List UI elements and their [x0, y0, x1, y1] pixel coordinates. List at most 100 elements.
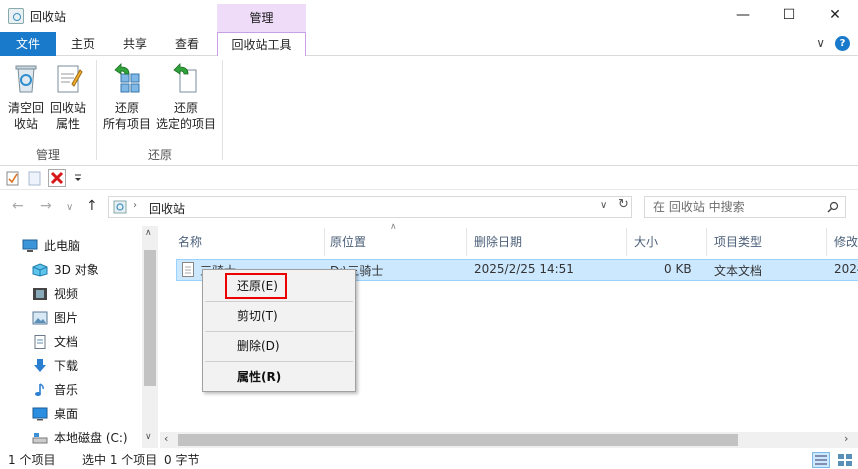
nav-item-3d-objects[interactable]: 3D 对象 — [32, 260, 99, 280]
recycle-bin-properties-button[interactable]: 回收站 属性 — [48, 62, 88, 132]
help-icon[interactable]: ? — [835, 36, 850, 51]
navigation-pane: 此电脑 3D 对象 视频 图片 文档 下载 音乐 桌面 本地磁盘 (C:) ∧ … — [0, 226, 160, 450]
empty-bin-label-1: 清空回 — [7, 101, 44, 115]
nav-item-documents[interactable]: 文档 — [32, 332, 78, 352]
tab-home[interactable]: 主页 — [60, 32, 106, 56]
document-icon — [32, 335, 48, 349]
tab-view[interactable]: 查看 — [164, 32, 210, 56]
column-header-size[interactable]: 大小 — [634, 228, 658, 256]
ribbon-group-separator — [222, 60, 223, 160]
menu-separator — [205, 331, 353, 332]
group-label-restore: 还原 — [148, 148, 173, 162]
restore-selected-icon — [170, 62, 202, 94]
menu-item-properties[interactable]: 属性(R) — [237, 367, 281, 387]
restore-all-icon — [111, 62, 143, 94]
menu-item-delete[interactable]: 删除(D) — [237, 336, 280, 356]
refresh-icon[interactable]: ↻ — [618, 197, 629, 212]
download-arrow-icon — [32, 359, 48, 373]
nav-item-videos[interactable]: 视频 — [32, 284, 78, 304]
restore-selected-items-button[interactable]: 还原 选定的项目 — [154, 62, 218, 132]
up-arrow-icon[interactable]: ↑ — [86, 198, 98, 214]
column-divider[interactable] — [466, 228, 467, 256]
tab-file[interactable]: 文件 — [0, 32, 56, 56]
picture-icon — [32, 311, 48, 325]
restore-all-label-2: 所有项目 — [102, 117, 151, 131]
restore-all-items-button[interactable]: 还原 所有项目 — [102, 62, 152, 132]
address-bar[interactable]: › 回收站 — [108, 196, 632, 218]
scroll-down-chevron-icon[interactable]: ∨ — [145, 432, 152, 442]
computer-icon — [22, 239, 38, 253]
back-arrow-icon[interactable]: ← — [12, 198, 24, 214]
ribbon-tabs: 文件 主页 共享 查看 回收站工具 ∨ ? — [0, 32, 858, 57]
context-tab-group-manage: 管理 — [217, 4, 306, 32]
column-divider[interactable] — [626, 228, 627, 256]
nav-pane-scroll-thumb[interactable] — [144, 250, 156, 386]
search-input[interactable] — [653, 199, 823, 215]
recent-locations-chevron-icon[interactable]: ∨ — [66, 202, 73, 213]
tab-recycle-bin-tools[interactable]: 回收站工具 — [217, 32, 306, 57]
cell-date-deleted: 2025/2/25 14:51 — [474, 262, 574, 276]
customize-toolbar-dropdown-icon[interactable] — [74, 174, 82, 182]
column-divider[interactable] — [706, 228, 707, 256]
menu-separator — [205, 361, 353, 362]
cell-item-type: 文本文档 — [714, 264, 763, 278]
column-header-name[interactable]: 名称 — [178, 228, 202, 256]
empty-recycle-bin-button[interactable]: 清空回 收站 — [6, 62, 46, 132]
column-divider[interactable] — [826, 228, 827, 256]
column-header-modified[interactable]: 修改 — [834, 228, 858, 256]
group-label-manage: 管理 — [36, 148, 61, 162]
nav-item-this-pc[interactable]: 此电脑 — [22, 236, 80, 256]
recycle-bin-icon — [113, 200, 127, 214]
status-size: 0 字节 — [164, 453, 200, 467]
menu-separator — [205, 301, 353, 302]
restore-selected-label-1: 还原 — [173, 101, 198, 115]
bin-props-label-2: 属性 — [55, 117, 80, 131]
nav-item-desktop[interactable]: 桌面 — [32, 404, 78, 424]
empty-bin-label-2: 收站 — [13, 117, 38, 131]
quick-access-toolbar — [0, 166, 858, 190]
ribbon: 清空回 收站 回收站 属性 管理 还原 所有项目 还原 选定的项目 还原 — [0, 56, 858, 166]
menu-item-restore[interactable]: 还原(E) — [237, 276, 278, 296]
sort-ascending-icon: ∧ — [390, 222, 397, 232]
maximize-button[interactable]: ☐ — [766, 0, 812, 30]
scroll-right-chevron-icon[interactable]: › — [844, 432, 848, 445]
properties-check-icon[interactable] — [6, 170, 20, 186]
nav-pane-scrollbar[interactable]: ∧ ∨ — [142, 226, 158, 448]
search-icon[interactable] — [827, 201, 839, 213]
ribbon-group-separator — [96, 60, 97, 160]
music-note-icon — [32, 383, 48, 397]
properties-sheet-icon — [52, 62, 84, 94]
minimize-button[interactable]: — — [720, 0, 766, 30]
nav-item-local-disk-c[interactable]: 本地磁盘 (C:) — [32, 428, 128, 448]
details-view-icon[interactable] — [812, 452, 830, 468]
search-box[interactable] — [644, 196, 846, 218]
tab-share[interactable]: 共享 — [112, 32, 158, 56]
scroll-up-chevron-icon[interactable]: ∧ — [145, 228, 152, 238]
collapse-ribbon-icon[interactable]: ∨ — [816, 36, 825, 51]
menu-item-cut[interactable]: 剪切(T) — [237, 306, 278, 326]
desktop-icon — [32, 407, 48, 421]
large-icons-view-icon[interactable] — [836, 452, 854, 468]
column-divider[interactable] — [324, 228, 325, 256]
column-header-date-deleted[interactable]: 删除日期 — [474, 228, 522, 256]
blank-page-icon[interactable] — [28, 170, 42, 186]
column-header-item-type[interactable]: 项目类型 — [714, 228, 762, 256]
drive-icon — [32, 431, 48, 445]
cell-modified: 2024 — [834, 262, 858, 276]
breadcrumb-recycle-bin[interactable]: 回收站 — [149, 200, 185, 217]
forward-arrow-icon[interactable]: → — [40, 198, 52, 214]
nav-item-pictures[interactable]: 图片 — [32, 308, 78, 328]
title-bar: 回收站 管理 — ☐ ✕ — [0, 0, 858, 32]
horizontal-scroll-thumb[interactable] — [178, 434, 738, 446]
address-row: ← → ∨ ↑ › 回收站 ∨ ↻ — [0, 194, 858, 222]
nav-item-downloads[interactable]: 下载 — [32, 356, 78, 376]
file-list-horizontal-scrollbar[interactable]: ‹ › — [160, 432, 858, 448]
close-button[interactable]: ✕ — [812, 0, 858, 30]
cube-icon — [32, 263, 48, 277]
column-header-original-location[interactable]: 原位置 — [330, 228, 366, 256]
delete-x-icon[interactable] — [48, 169, 66, 187]
nav-item-music[interactable]: 音乐 — [32, 380, 78, 400]
address-dropdown-chevron-icon[interactable]: ∨ — [600, 200, 607, 211]
restore-selected-label-2: 选定的项目 — [155, 117, 216, 131]
scroll-left-chevron-icon[interactable]: ‹ — [164, 432, 168, 445]
